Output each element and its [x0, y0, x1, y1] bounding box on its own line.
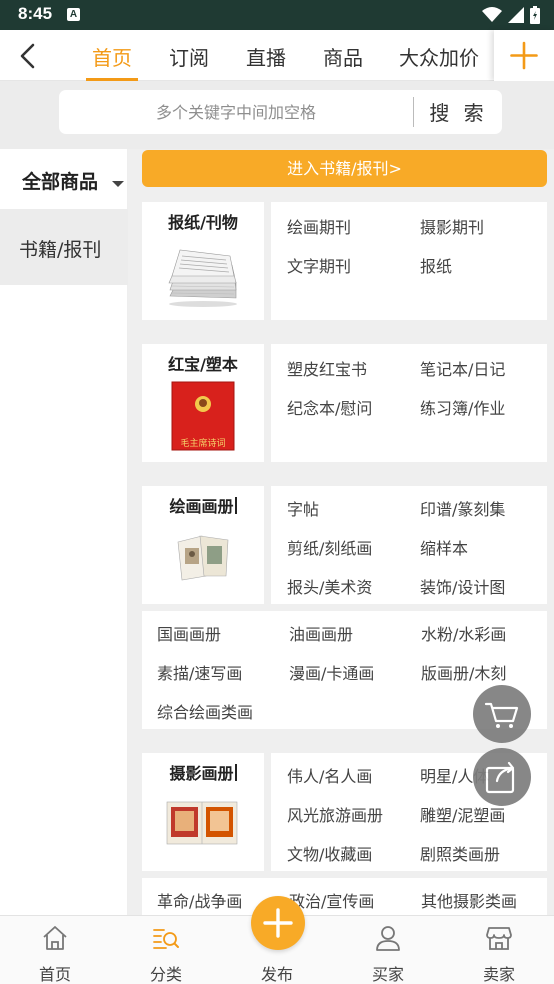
- tab-auction[interactable]: 大众加价: [399, 42, 479, 71]
- category-title: 绘画画册: [142, 493, 264, 517]
- subcategory-item[interactable]: 综合绘画类画: [157, 699, 253, 723]
- subcategory-item[interactable]: 文物/收藏画: [287, 841, 372, 865]
- subcategory-item[interactable]: 摄影期刊: [420, 214, 484, 238]
- status-icons: [482, 6, 540, 24]
- tab-subscribe[interactable]: 订阅: [169, 42, 209, 71]
- tab-home[interactable]: 首页: [92, 42, 132, 71]
- subcategory-item[interactable]: 报头/美术资: [287, 574, 372, 598]
- caret-down-icon: [112, 181, 124, 187]
- back-arrow-icon: [20, 43, 35, 69]
- newspapers-image: [168, 249, 237, 307]
- painting-album-image: [177, 535, 229, 581]
- user-icon: [376, 926, 400, 951]
- tab-live[interactable]: 直播: [246, 42, 286, 71]
- cart-icon: [484, 702, 519, 728]
- photo-album-image: [166, 801, 238, 845]
- subcategory-item[interactable]: 装饰/设计图: [420, 574, 505, 598]
- search-divider: [413, 97, 414, 127]
- bottom-nav-label: 分类: [149, 965, 182, 984]
- subcategory-panel: 绘画期刊 摄影期刊 文字期刊 报纸: [271, 202, 547, 320]
- subcategory-item[interactable]: 练习簿/作业: [420, 395, 505, 419]
- category-title: 摄影画册: [142, 760, 264, 784]
- subcategory-item[interactable]: 字帖: [287, 496, 319, 520]
- plus-icon: [510, 41, 538, 70]
- add-channel-button[interactable]: [494, 30, 554, 81]
- bottom-nav-label: 卖家: [482, 965, 515, 984]
- subcategory-item[interactable]: 其他摄影类画: [421, 888, 517, 912]
- subcategory-item[interactable]: 绘画期刊: [287, 214, 351, 238]
- bottom-nav-home[interactable]: 首页: [15, 916, 95, 984]
- wifi-icon: [482, 7, 502, 22]
- subcategory-item[interactable]: 版画册/木刻: [421, 660, 506, 684]
- category-sidebar: 全部商品 书籍/报刊: [0, 149, 128, 915]
- sidebar-item-books[interactable]: 书籍/报刊: [0, 209, 128, 285]
- subcategory-item[interactable]: 国画画册: [157, 621, 221, 645]
- subcategory-item[interactable]: 纪念本/慰问: [287, 395, 372, 419]
- red-book-caption: 毛主席诗词: [180, 439, 226, 449]
- subcategory-item[interactable]: 缩样本: [420, 535, 468, 559]
- status-bar: 8:45 A: [0, 0, 554, 30]
- subcategory-item[interactable]: 漫画/卡通画: [289, 660, 374, 684]
- subcategory-panel: 塑皮红宝书 笔记本/日记 纪念本/慰问 练习簿/作业: [271, 344, 547, 462]
- category-card-newspapers[interactable]: 报纸/刊物: [142, 202, 264, 320]
- subcategory-item[interactable]: 风光旅游画册: [287, 802, 383, 826]
- subcategory-item[interactable]: 剧照类画册: [420, 841, 500, 865]
- subcategory-item[interactable]: 报纸: [420, 253, 452, 277]
- category-search-icon: [153, 929, 179, 949]
- bottom-nav-label: 买家: [371, 965, 404, 984]
- search-box: 搜 索: [59, 90, 502, 134]
- back-button[interactable]: [14, 42, 44, 70]
- search-input[interactable]: [59, 90, 413, 134]
- category-card-photo-albums[interactable]: 摄影画册: [142, 753, 264, 871]
- search-button[interactable]: 搜 索: [415, 90, 502, 134]
- category-title-text: 摄影画册: [169, 764, 234, 783]
- category-title-text: 绘画画册: [169, 497, 234, 516]
- subcategory-item[interactable]: 水粉/水彩画: [421, 621, 506, 645]
- bottom-nav-seller[interactable]: 卖家: [459, 916, 539, 984]
- search-bar: 搜 索: [0, 81, 554, 149]
- subcategory-item[interactable]: 剪纸/刻纸画: [287, 535, 372, 559]
- tab-goods[interactable]: 商品: [323, 42, 363, 71]
- category-card-painting-albums[interactable]: 绘画画册: [142, 486, 264, 604]
- bottom-nav-label: 首页: [38, 965, 71, 984]
- text-cursor: [234, 497, 237, 514]
- bottom-nav-category[interactable]: 分类: [126, 916, 206, 984]
- subcategory-item[interactable]: 油画画册: [289, 621, 353, 645]
- notification-a-icon: A: [67, 8, 80, 21]
- top-navigation: 首页 订阅 直播 商品 大众加价: [0, 30, 554, 81]
- subcategory-item[interactable]: 印谱/篆刻集: [420, 496, 505, 520]
- enter-books-button[interactable]: 进入书籍/报刊>: [142, 150, 547, 187]
- subcategory-panel-extra: 革命/战争画 政治/宣传画 其他摄影类画: [142, 878, 547, 915]
- publish-button[interactable]: [251, 896, 305, 950]
- plus-icon: [263, 908, 293, 938]
- cart-float-button[interactable]: [473, 685, 531, 743]
- subcategory-item[interactable]: 塑皮红宝书: [287, 356, 367, 380]
- subcategory-item[interactable]: 文字期刊: [287, 253, 351, 277]
- all-goods-dropdown[interactable]: 全部商品: [0, 149, 128, 209]
- signal-icon: [508, 7, 524, 23]
- share-icon: [485, 761, 515, 794]
- category-title: 红宝/塑本: [168, 355, 238, 374]
- subcategory-item[interactable]: 伟人/名人画: [287, 763, 372, 787]
- category-card-red-books[interactable]: 红宝/塑本 毛主席诗词: [142, 344, 264, 462]
- subcategory-item[interactable]: 素描/速写画: [157, 660, 242, 684]
- status-time: 8:45: [18, 4, 53, 23]
- bottom-nav-buyer[interactable]: 买家: [348, 916, 428, 984]
- battery-icon: [530, 6, 540, 24]
- share-float-button[interactable]: [473, 748, 531, 806]
- sidebar-item-label: 书籍/报刊: [19, 239, 102, 261]
- subcategory-item[interactable]: 革命/战争画: [157, 888, 242, 912]
- subcategory-panel: 字帖 印谱/篆刻集 剪纸/刻纸画 缩样本 报头/美术资 装饰/设计图: [271, 486, 547, 604]
- home-icon: [43, 926, 67, 950]
- category-title: 报纸/刊物: [168, 213, 238, 232]
- shop-icon: [486, 927, 512, 950]
- text-cursor: [234, 764, 237, 781]
- bottom-nav-label: 发布: [260, 965, 293, 984]
- subcategory-item[interactable]: 笔记本/日记: [420, 356, 505, 380]
- all-goods-label: 全部商品: [22, 171, 99, 193]
